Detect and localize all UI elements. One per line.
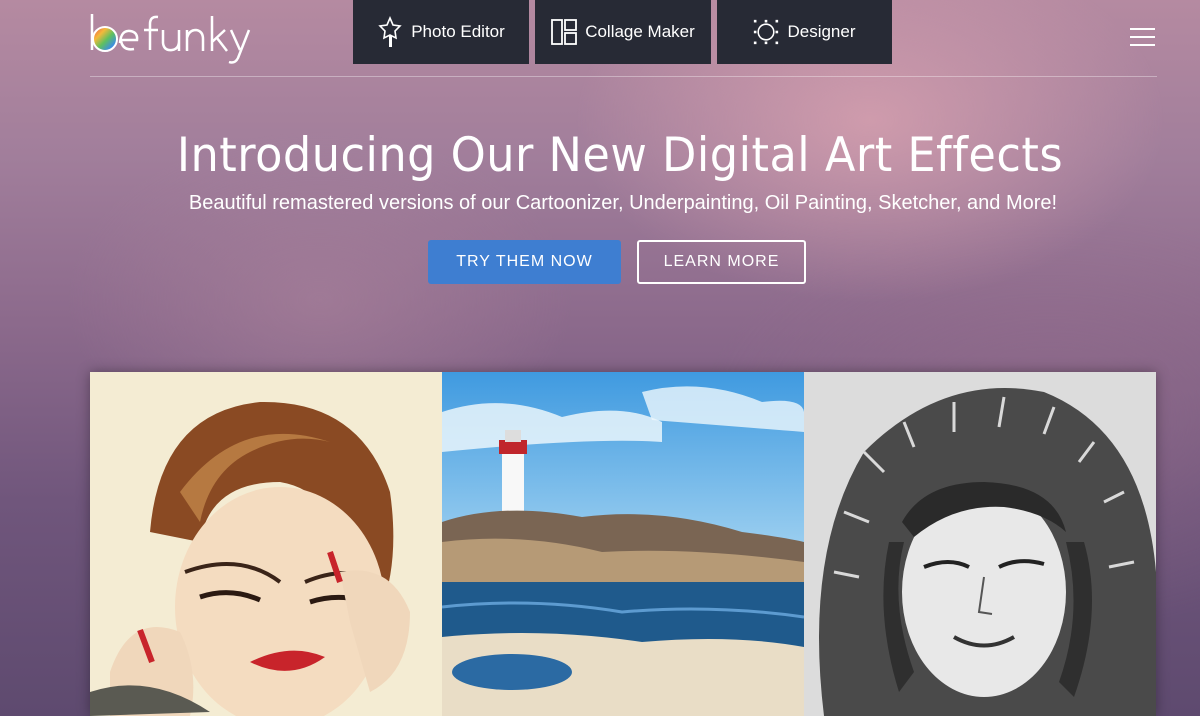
befunky-logo[interactable] xyxy=(88,10,253,64)
nav-photo-editor-label: Photo Editor xyxy=(411,22,505,41)
main-nav: Photo Editor Collage Maker Designer xyxy=(353,0,892,64)
collage-grid-icon xyxy=(551,17,578,47)
hero-subtitle: Beautiful remastered versions of our Car… xyxy=(188,192,1058,214)
learn-more-button[interactable]: LEARN MORE xyxy=(637,240,806,284)
try-them-now-button[interactable]: TRY THEM NOW xyxy=(428,240,621,284)
oil-painting-lighthouse-image xyxy=(442,372,804,716)
effects-showcase xyxy=(90,372,1156,716)
nav-collage-maker-label: Collage Maker xyxy=(585,22,695,41)
nav-collage-maker-button[interactable]: Collage Maker xyxy=(535,0,711,64)
nav-designer-button[interactable]: Designer xyxy=(717,0,892,64)
nav-designer-label: Designer xyxy=(787,22,856,41)
magic-wand-icon xyxy=(377,16,403,47)
cartoonizer-portrait-image xyxy=(90,372,442,716)
nav-photo-editor-button[interactable]: Photo Editor xyxy=(353,0,529,64)
sketch-portrait-image xyxy=(804,372,1156,716)
designer-frame-icon xyxy=(753,17,779,47)
header-divider xyxy=(90,76,1157,77)
hamburger-icon[interactable] xyxy=(1130,28,1155,48)
hero-title: Introducing Our New Digital Art Effects xyxy=(176,128,1064,183)
